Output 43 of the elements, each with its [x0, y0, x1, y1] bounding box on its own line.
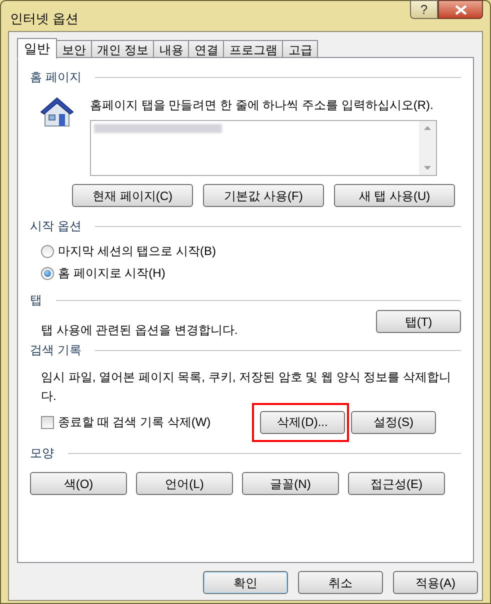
section-heading: 시작 옵션 — [30, 218, 82, 235]
radio-button[interactable] — [41, 266, 54, 280]
tab[interactable]: 일반 — [17, 38, 57, 59]
radio-label: 마지막 세션의 탭으로 시작(B) — [58, 243, 216, 260]
dialog-button[interactable]: 취소 — [298, 571, 383, 594]
tab[interactable]: 연결 — [189, 40, 224, 58]
window-title: 인터넷 옵션 — [10, 10, 79, 28]
tab[interactable]: 보안 — [57, 40, 92, 58]
close-button[interactable] — [438, 0, 483, 19]
scrollbar[interactable] — [419, 121, 436, 175]
help-button[interactable]: ? — [410, 0, 438, 19]
house-icon — [40, 96, 74, 128]
history-description: 임시 파일, 열어본 페이지 목록, 쿠키, 저장된 암호 및 웹 양식 정보를 삭제합니다. — [41, 369, 451, 405]
scroll-down-icon[interactable] — [424, 166, 431, 170]
home-page-button[interactable]: 기본값 사용(F) — [203, 184, 324, 207]
checkbox[interactable] — [41, 416, 54, 428]
appearance-button[interactable]: 글꼴(N) — [242, 472, 339, 495]
history-button[interactable]: 설정(S) — [351, 410, 436, 434]
appearance-button[interactable]: 접근성(E) — [348, 472, 445, 495]
scroll-up-icon[interactable] — [424, 126, 431, 130]
section-heading: 홈 페이지 — [30, 69, 82, 86]
close-icon — [454, 4, 466, 14]
checkbox-label: 종료할 때 검색 기록 삭제(W) — [58, 414, 211, 431]
home-page-button[interactable]: 현재 페이지(C) — [72, 184, 193, 207]
history-button[interactable]: 삭제(D)... — [260, 410, 345, 434]
radio-label: 홈 페이지로 시작(H) — [58, 265, 166, 282]
tab[interactable]: 고급 — [283, 40, 318, 58]
section-heading: 모양 — [30, 445, 54, 462]
appearance-button[interactable]: 언어(L) — [136, 472, 233, 495]
tab[interactable]: 프로그램 — [224, 40, 284, 58]
appearance-button[interactable]: 색(O) — [30, 472, 127, 495]
tabs-button[interactable]: 탭(T) — [376, 310, 461, 333]
dialog-button[interactable]: 적용(A) — [393, 571, 478, 594]
tab[interactable]: 개인 정보 — [92, 40, 154, 58]
radio-button[interactable] — [41, 244, 54, 258]
home-page-button[interactable]: 새 탭 사용(U) — [334, 184, 455, 207]
address-list-field[interactable] — [90, 120, 437, 176]
section-heading: 검색 기록 — [30, 342, 82, 359]
instruction-text: 홈페이지 탭을 만들려면 한 줄에 하나씩 주소를 입력하십시오(R). — [90, 97, 434, 114]
tabs-description: 탭 사용에 관련된 옵션을 변경합니다. — [41, 322, 238, 339]
section-heading: 탭 — [30, 292, 42, 309]
tab[interactable]: 내용 — [154, 40, 190, 58]
dialog-button[interactable]: 확인 — [203, 571, 288, 594]
